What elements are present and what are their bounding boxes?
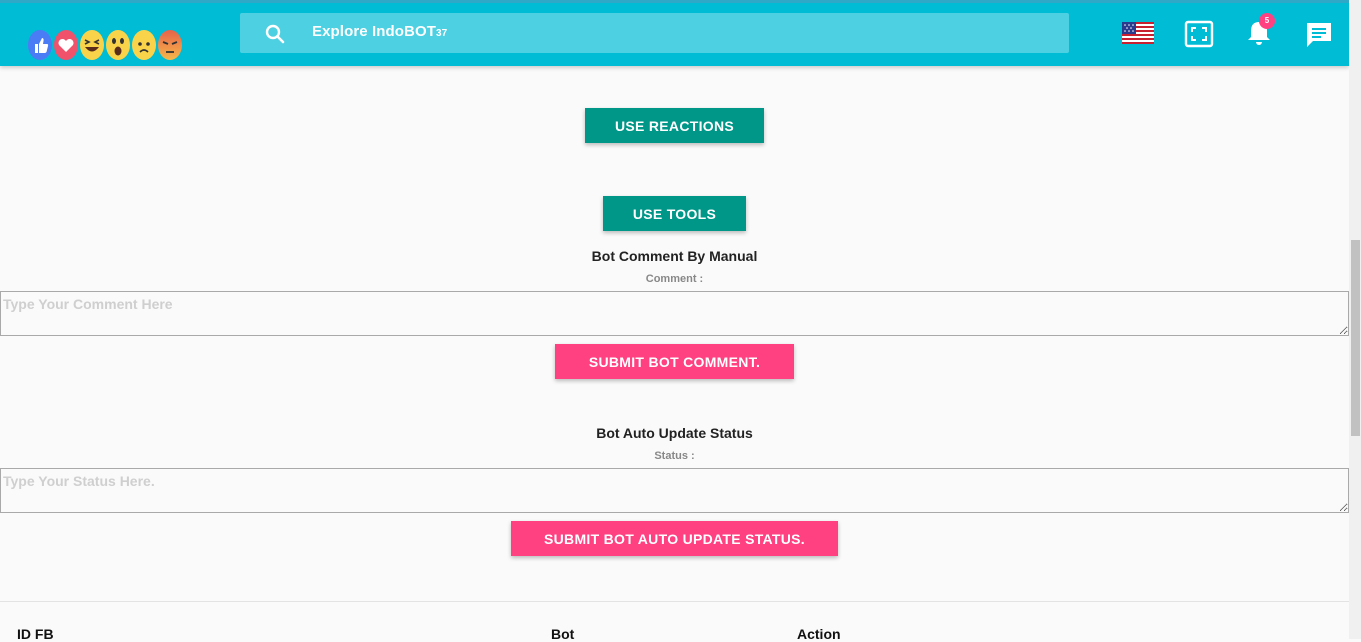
status-section-title: Bot Auto Update Status	[596, 425, 753, 441]
status-textarea[interactable]	[0, 468, 1349, 513]
top-accent-line	[0, 0, 1349, 3]
comment-label: Comment :	[645, 273, 704, 285]
search-icon	[264, 23, 286, 45]
comment-section-title: Bot Comment By Manual	[591, 248, 758, 264]
haha-icon	[80, 30, 104, 60]
submit-comment-button[interactable]: SUBMIT BOT COMMENT.	[555, 344, 794, 379]
us-flag-icon[interactable]	[1122, 22, 1154, 44]
scrollbar-thumb[interactable]	[1351, 240, 1360, 436]
reactions-logo[interactable]	[28, 26, 188, 64]
like-icon	[28, 30, 52, 60]
submit-status-button[interactable]: SUBMIT BOT AUTO UPDATE STATUS.	[511, 521, 838, 556]
fullscreen-icon[interactable]	[1184, 20, 1214, 48]
notification-badge[interactable]: 5	[1259, 13, 1275, 29]
status-label: Status :	[654, 450, 695, 462]
table-header-id-fb: ID FB	[17, 626, 54, 642]
table-divider	[0, 601, 1349, 602]
sad-icon	[132, 30, 156, 60]
wow-icon	[106, 30, 130, 60]
use-tools-button[interactable]: USE TOOLS	[603, 196, 746, 231]
comment-textarea[interactable]	[0, 291, 1349, 336]
angry-icon	[158, 30, 182, 60]
chat-icon[interactable]	[1305, 21, 1333, 49]
search-bar[interactable]: Explore IndoBOT37	[240, 13, 1069, 53]
table-header-action: Action	[797, 626, 841, 642]
table-header-bot: Bot	[551, 626, 575, 642]
love-icon	[54, 30, 78, 60]
search-label: Explore IndoBOT37	[312, 23, 448, 40]
use-reactions-button[interactable]: USE REACTIONS	[585, 108, 764, 143]
